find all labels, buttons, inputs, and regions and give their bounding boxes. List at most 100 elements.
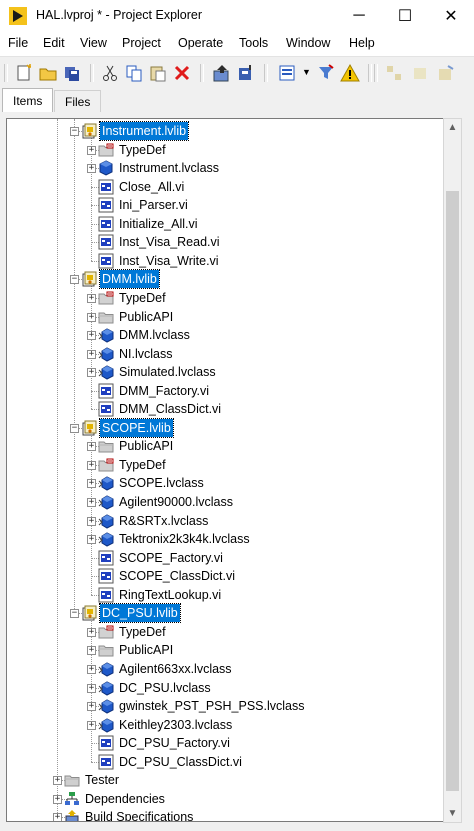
tree-item-agilent663xx-lvclass[interactable]: Agilent663xx.lvclass <box>117 660 234 678</box>
expand-toggle-icon[interactable]: + <box>53 813 62 821</box>
expand-toggle-icon[interactable]: + <box>87 460 96 470</box>
warning-icon[interactable] <box>340 63 360 83</box>
maximize-button[interactable]: ☐ <box>382 0 428 32</box>
expand-toggle-icon[interactable]: + <box>87 498 96 507</box>
tree-item-ini-parser-vi[interactable]: Ini_Parser.vi <box>117 196 190 214</box>
delete-icon[interactable] <box>172 63 192 83</box>
collapse-toggle-icon[interactable]: − <box>70 609 79 619</box>
tree-item-scope-classdict-vi[interactable]: SCOPE_ClassDict.vi <box>117 567 237 585</box>
tree-item-publicapi[interactable]: PublicAPI <box>117 308 175 326</box>
menu-operate[interactable]: Operate <box>178 36 223 50</box>
tree-item-inst-visa-write-vi[interactable]: Inst_Visa_Write.vi <box>117 252 221 270</box>
expand-toggle-icon[interactable]: + <box>87 720 96 730</box>
tree-item-tektronix2k3k4k-lvclass[interactable]: Tektronix2k3k4k.lvclass <box>117 530 252 548</box>
class-child-icon <box>98 532 114 547</box>
tree-item-typedef[interactable]: TypeDef <box>117 289 168 307</box>
tree-item-dmm-lvclass[interactable]: DMM.lvclass <box>117 326 192 344</box>
tree-item-instrument-lvclass[interactable]: Instrument.lvclass <box>117 159 221 177</box>
tree-item-scope-factory-vi[interactable]: SCOPE_Factory.vi <box>117 549 225 567</box>
tree-item-typedef[interactable]: TypeDef <box>117 141 168 159</box>
expand-toggle-icon[interactable]: + <box>87 349 96 359</box>
expand-toggle-icon[interactable]: + <box>53 776 62 786</box>
copy-icon[interactable] <box>124 63 144 83</box>
menu-bar: File Edit View Project Operate Tools Win… <box>0 32 474 54</box>
tree-item-initialize-all-vi[interactable]: Initialize_All.vi <box>117 215 200 233</box>
tree-item-build-specifications[interactable]: Build Specifications <box>83 808 195 821</box>
expand-toggle-icon[interactable]: + <box>87 646 96 656</box>
build-icon[interactable] <box>212 63 232 83</box>
expand-toggle-icon[interactable]: + <box>87 164 96 174</box>
scroll-down-icon[interactable]: ▼ <box>447 808 458 819</box>
menu-window[interactable]: Window <box>286 36 330 50</box>
tree-item-publicapi[interactable]: PublicAPI <box>117 641 175 659</box>
expand-toggle-icon[interactable]: + <box>87 312 96 322</box>
tree-item-scope-lvclass[interactable]: SCOPE.lvclass <box>117 474 206 492</box>
tree-item-gwinstek-pst-psh-pss-lvclass[interactable]: gwinstek_PST_PSH_PSS.lvclass <box>117 697 307 715</box>
save-all-icon[interactable] <box>62 63 82 83</box>
menu-file[interactable]: File <box>8 36 28 50</box>
expand-toggle-icon[interactable]: + <box>87 479 96 489</box>
expand-all-icon[interactable] <box>384 63 404 83</box>
menu-view[interactable]: View <box>80 36 107 50</box>
tree-item-instrument-lvlib[interactable]: Instrument.lvlib <box>98 121 190 141</box>
expand-toggle-icon[interactable]: + <box>53 794 62 804</box>
open-icon[interactable] <box>38 63 58 83</box>
cut-icon[interactable] <box>100 63 120 83</box>
tree-item-keithley2303-lvclass[interactable]: Keithley2303.lvclass <box>117 716 234 734</box>
collapse-all-icon[interactable] <box>410 63 430 83</box>
expand-toggle-icon[interactable]: + <box>87 331 96 341</box>
collapse-toggle-icon[interactable]: − <box>70 423 79 433</box>
vertical-scrollbar[interactable]: ▲ ▼ <box>443 118 462 823</box>
expand-toggle-icon[interactable]: + <box>87 683 96 693</box>
scroll-thumb[interactable] <box>446 191 459 791</box>
tree-item-dc-psu-lvlib[interactable]: DC_PSU.lvlib <box>99 603 181 624</box>
tree-item-dc-psu-factory-vi[interactable]: DC_PSU_Factory.vi <box>117 734 232 752</box>
new-icon[interactable] <box>14 63 34 83</box>
paste-icon[interactable] <box>148 63 168 83</box>
tree-item-dmm-lvlib[interactable]: DMM.lvlib <box>99 269 160 290</box>
expand-toggle-icon[interactable]: + <box>87 145 96 155</box>
tree-item-r-srtx-lvclass[interactable]: R&SRTx.lvclass <box>117 512 210 530</box>
tree-item-inst-visa-read-vi[interactable]: Inst_Visa_Read.vi <box>117 233 222 251</box>
filter-icon[interactable] <box>316 63 336 83</box>
expand-toggle-icon[interactable]: + <box>87 535 96 545</box>
tree-item-ringtextlookup-vi[interactable]: RingTextLookup.vi <box>117 586 223 604</box>
tree-item-dmm-classdict-vi[interactable]: DMM_ClassDict.vi <box>117 400 223 418</box>
expand-toggle-icon[interactable]: + <box>87 702 96 712</box>
tree-item-typedef[interactable]: TypeDef <box>117 623 168 641</box>
expand-toggle-icon[interactable]: + <box>87 664 96 674</box>
library-tool-icon[interactable] <box>436 63 456 83</box>
tree-item-agilent90000-lvclass[interactable]: Agilent90000.lvclass <box>117 493 235 511</box>
tree-item-publicapi[interactable]: PublicAPI <box>117 437 175 455</box>
scroll-up-icon[interactable]: ▲ <box>447 122 458 133</box>
expand-toggle-icon[interactable]: + <box>87 442 96 452</box>
tree-item-close-all-vi[interactable]: Close_All.vi <box>117 178 186 196</box>
chevron-down-icon[interactable]: ▼ <box>302 67 311 77</box>
collapse-toggle-icon[interactable]: − <box>70 275 79 285</box>
tree-item-dependencies[interactable]: Dependencies <box>83 790 167 808</box>
view-options-icon[interactable] <box>278 63 298 83</box>
collapse-toggle-icon[interactable]: − <box>70 127 79 136</box>
menu-project[interactable]: Project <box>122 36 161 50</box>
tree-item-simulated-lvclass[interactable]: Simulated.lvclass <box>117 363 218 381</box>
tree-item-typedef[interactable]: TypeDef <box>117 456 168 474</box>
expand-toggle-icon[interactable]: + <box>87 368 96 378</box>
tab-items[interactable]: Items <box>2 88 54 113</box>
build-all-icon[interactable] <box>236 63 256 83</box>
menu-help[interactable]: Help <box>349 36 375 50</box>
project-tree[interactable]: − Instrument.lvlib + TypeDef + Instrument.lvc… <box>6 118 444 822</box>
close-button[interactable]: ✕ <box>428 0 474 32</box>
tree-item-dmm-factory-vi[interactable]: DMM_Factory.vi <box>117 382 211 400</box>
tab-files[interactable]: Files <box>54 90 102 113</box>
minimize-button[interactable]: ─ <box>336 0 382 32</box>
tree-item-dc-psu-classdict-vi[interactable]: DC_PSU_ClassDict.vi <box>117 753 244 771</box>
menu-edit[interactable]: Edit <box>43 36 65 50</box>
tree-item-dc-psu-lvclass[interactable]: DC_PSU.lvclass <box>117 679 213 697</box>
expand-toggle-icon[interactable]: + <box>87 293 96 303</box>
expand-toggle-icon[interactable]: + <box>87 516 96 526</box>
tree-item-ni-lvclass[interactable]: NI.lvclass <box>117 345 174 363</box>
tree-item-tester[interactable]: Tester <box>83 771 121 789</box>
tree-item-scope-lvlib[interactable]: SCOPE.lvlib <box>99 417 174 438</box>
menu-tools[interactable]: Tools <box>239 36 268 50</box>
expand-toggle-icon[interactable]: + <box>87 627 96 637</box>
